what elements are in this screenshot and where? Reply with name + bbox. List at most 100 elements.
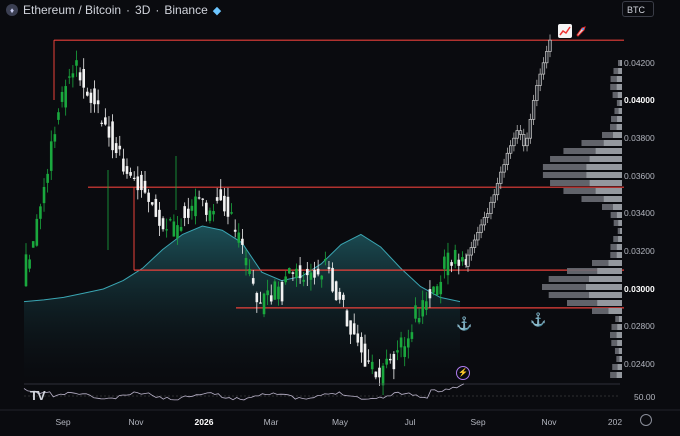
- candle: [82, 68, 86, 88]
- volume-profile-bar: [589, 156, 622, 162]
- candle: [93, 88, 96, 105]
- lightning-icon: ⚡: [456, 366, 470, 380]
- candle: [453, 249, 457, 264]
- candle: [327, 267, 331, 269]
- volume-profile-bar: [617, 364, 622, 370]
- candle: [342, 294, 345, 300]
- settings-icon[interactable]: [640, 414, 652, 426]
- candle: [215, 197, 219, 201]
- candle: [165, 229, 168, 231]
- candle: [96, 100, 100, 105]
- candle: [86, 91, 89, 96]
- time-tick-label: Mar: [263, 417, 279, 427]
- candle: [439, 281, 443, 295]
- projection-candle: [495, 183, 500, 196]
- candle: [251, 278, 255, 284]
- candle: [262, 293, 266, 315]
- price-tick-label: 0.03600: [624, 171, 655, 181]
- candle: [89, 92, 93, 103]
- volume-profile-bar: [616, 252, 622, 258]
- candle: [208, 210, 212, 221]
- projection-candle: [466, 254, 470, 267]
- candle: [425, 301, 428, 310]
- candle: [370, 361, 374, 370]
- candle: [349, 320, 352, 335]
- projection-candle: [522, 134, 526, 147]
- candle: [49, 141, 53, 171]
- price-tick-label: 0.02800: [624, 321, 655, 331]
- time-tick-label: Nov: [128, 417, 144, 427]
- candle: [168, 219, 172, 221]
- symbol-pair: Ethereum / Bitcoin: [23, 3, 122, 17]
- volume-profile-bar: [586, 284, 622, 290]
- candle: [259, 302, 262, 304]
- candle: [219, 189, 223, 201]
- volume-profile-bar: [619, 100, 622, 106]
- candle: [313, 269, 316, 278]
- candle: [367, 360, 370, 362]
- volume-profile-bar: [616, 372, 622, 378]
- candle: [345, 310, 349, 327]
- currency-button[interactable]: BTC: [622, 1, 654, 17]
- candle: [266, 290, 269, 296]
- candle: [324, 258, 327, 261]
- projection-candle: [489, 201, 493, 214]
- candle: [378, 367, 381, 378]
- chart-up-emoji-icon: [558, 24, 572, 38]
- candle: [172, 221, 176, 237]
- ethereum-icon: ♦: [6, 4, 18, 16]
- candle: [53, 134, 57, 142]
- volume-profile-bar: [617, 92, 622, 98]
- projection-candle: [476, 232, 480, 241]
- candle: [269, 295, 273, 302]
- volume-profile-bar: [618, 316, 622, 322]
- candle: [67, 76, 71, 78]
- projection-candle: [512, 137, 516, 147]
- candle: [241, 238, 244, 245]
- candle: [147, 192, 150, 202]
- separator: ·: [126, 3, 131, 17]
- price-chart[interactable]: [0, 0, 680, 436]
- candle: [255, 293, 259, 303]
- candle: [118, 145, 122, 150]
- anchor-icon: ⚓: [456, 316, 473, 331]
- candle: [403, 346, 406, 357]
- projection-candle: [548, 39, 552, 52]
- candle: [71, 73, 75, 78]
- projection-candle: [492, 194, 496, 203]
- projection-candle: [482, 217, 487, 226]
- candle: [280, 281, 284, 302]
- volume-profile-bar: [616, 212, 622, 218]
- interval-label[interactable]: 3D: [135, 3, 150, 17]
- volume-profile-bar: [618, 236, 622, 242]
- candle: [132, 177, 136, 180]
- volume-profile-bar: [586, 172, 622, 178]
- candle: [320, 275, 324, 280]
- candle: [237, 232, 241, 243]
- volume-profile-bar: [618, 220, 622, 226]
- candle: [392, 354, 396, 370]
- projection-candle: [479, 224, 483, 233]
- candle: [388, 358, 392, 361]
- candle: [179, 226, 183, 231]
- candle: [140, 174, 143, 191]
- price-tick-label: 0.03000: [624, 284, 655, 294]
- candle: [428, 289, 432, 299]
- candle: [450, 262, 453, 266]
- candle: [295, 268, 298, 278]
- candle: [233, 229, 237, 232]
- candle: [331, 267, 334, 292]
- candle: [338, 291, 342, 300]
- candle: [226, 196, 230, 217]
- projection-candle: [535, 85, 539, 101]
- candle: [298, 265, 302, 279]
- time-tick-label: Sep: [470, 417, 486, 427]
- volume-profile-bar: [619, 356, 622, 362]
- candle: [122, 158, 125, 172]
- candle: [457, 259, 461, 266]
- volume-profile-bar: [589, 292, 622, 298]
- symbol-header[interactable]: ♦ Ethereum / Bitcoin · 3D · Binance ◆: [6, 2, 221, 18]
- candle: [461, 257, 464, 262]
- candle: [421, 300, 425, 317]
- candle: [432, 286, 435, 293]
